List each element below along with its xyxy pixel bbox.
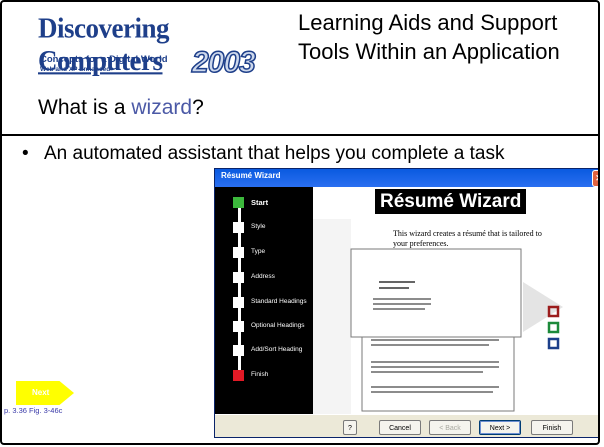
step-label: Optional Headings [251, 322, 305, 329]
blue-square-icon [547, 337, 560, 350]
step-finish[interactable]: Finish [233, 370, 313, 382]
logo-edition: Web and XP Enhanced [40, 66, 111, 73]
step-standard-headings[interactable]: Standard Headings [233, 297, 313, 309]
step-start[interactable]: Start [233, 197, 313, 209]
subtitle-prefix: What is a [38, 96, 132, 119]
finish-button[interactable]: Finish [531, 420, 573, 435]
step-optional-headings[interactable]: Optional Headings [233, 321, 313, 333]
step-label: Type [251, 248, 266, 255]
wizard-heading: Résumé Wizard [375, 189, 527, 214]
step-label: Finish [251, 371, 269, 378]
figure-reference: p. 3.36 Fig. 3-46c [4, 406, 63, 415]
slide-subtitle: What is a wizard? [38, 96, 204, 120]
step-label: Address [251, 273, 275, 280]
subtitle-suffix: ? [192, 96, 204, 119]
step-label: Standard Headings [251, 298, 307, 305]
step-add-sort-heading[interactable]: Add/Sort Heading [233, 345, 313, 357]
step-marker-icon [233, 370, 244, 381]
next-badge[interactable]: Next p. 3.36 Fig. 3-46c [4, 381, 74, 415]
slide: Discovering Computers Concepts for a Dig… [0, 0, 600, 445]
next-button[interactable]: Next > [479, 420, 521, 435]
wizard-steps-panel: Start Style Type Address Standard Headin… [215, 187, 313, 414]
step-label: Style [251, 223, 266, 230]
bullet-marker: • [22, 143, 29, 164]
step-style[interactable]: Style [233, 222, 313, 234]
green-square-icon [547, 321, 560, 334]
step-marker-icon [233, 222, 244, 233]
step-label: Add/Sort Heading [251, 346, 303, 353]
step-label: Start [251, 198, 269, 207]
wizard-description: This wizard creates a résumé that is tai… [393, 229, 542, 248]
step-marker-icon [233, 297, 244, 308]
wizard-titlebar[interactable]: Résumé Wizard ✕ [215, 169, 598, 187]
step-marker-icon [233, 197, 244, 208]
resume-preview-page-front [350, 248, 522, 338]
document-illustration [350, 248, 563, 412]
bullet-text: An automated assistant that helps you co… [44, 143, 505, 164]
title-divider [2, 134, 598, 136]
logo-tagline: Concepts for a Digital World [40, 54, 168, 65]
wizard-button-bar: ? Cancel < Back Next > Finish [215, 414, 598, 437]
slide-title: Learning Aids and Support Tools Within a… [298, 10, 560, 64]
subtitle-keyword-link[interactable]: wizard [131, 96, 192, 119]
cancel-button[interactable]: Cancel [379, 420, 421, 435]
resume-wizard-window: Résumé Wizard ✕ Start Style Type Address… [214, 168, 598, 438]
next-arrow-icon[interactable]: Next [16, 381, 74, 405]
logo-year: 2003 [191, 45, 256, 80]
step-marker-icon [233, 345, 244, 356]
step-marker-icon [233, 321, 244, 332]
wizard-content-panel: Résumé Wizard This wizard creates a résu… [313, 187, 598, 414]
step-type[interactable]: Type [233, 247, 313, 259]
help-button[interactable]: ? [343, 420, 357, 435]
wizard-window-title: Résumé Wizard [221, 171, 281, 180]
step-marker-icon [233, 272, 244, 283]
discovering-computers-logo: Discovering Computers Concepts for a Dig… [36, 12, 292, 92]
step-marker-icon [233, 247, 244, 258]
close-icon[interactable]: ✕ [592, 170, 598, 187]
step-address[interactable]: Address [233, 272, 313, 284]
back-button[interactable]: < Back [429, 420, 471, 435]
